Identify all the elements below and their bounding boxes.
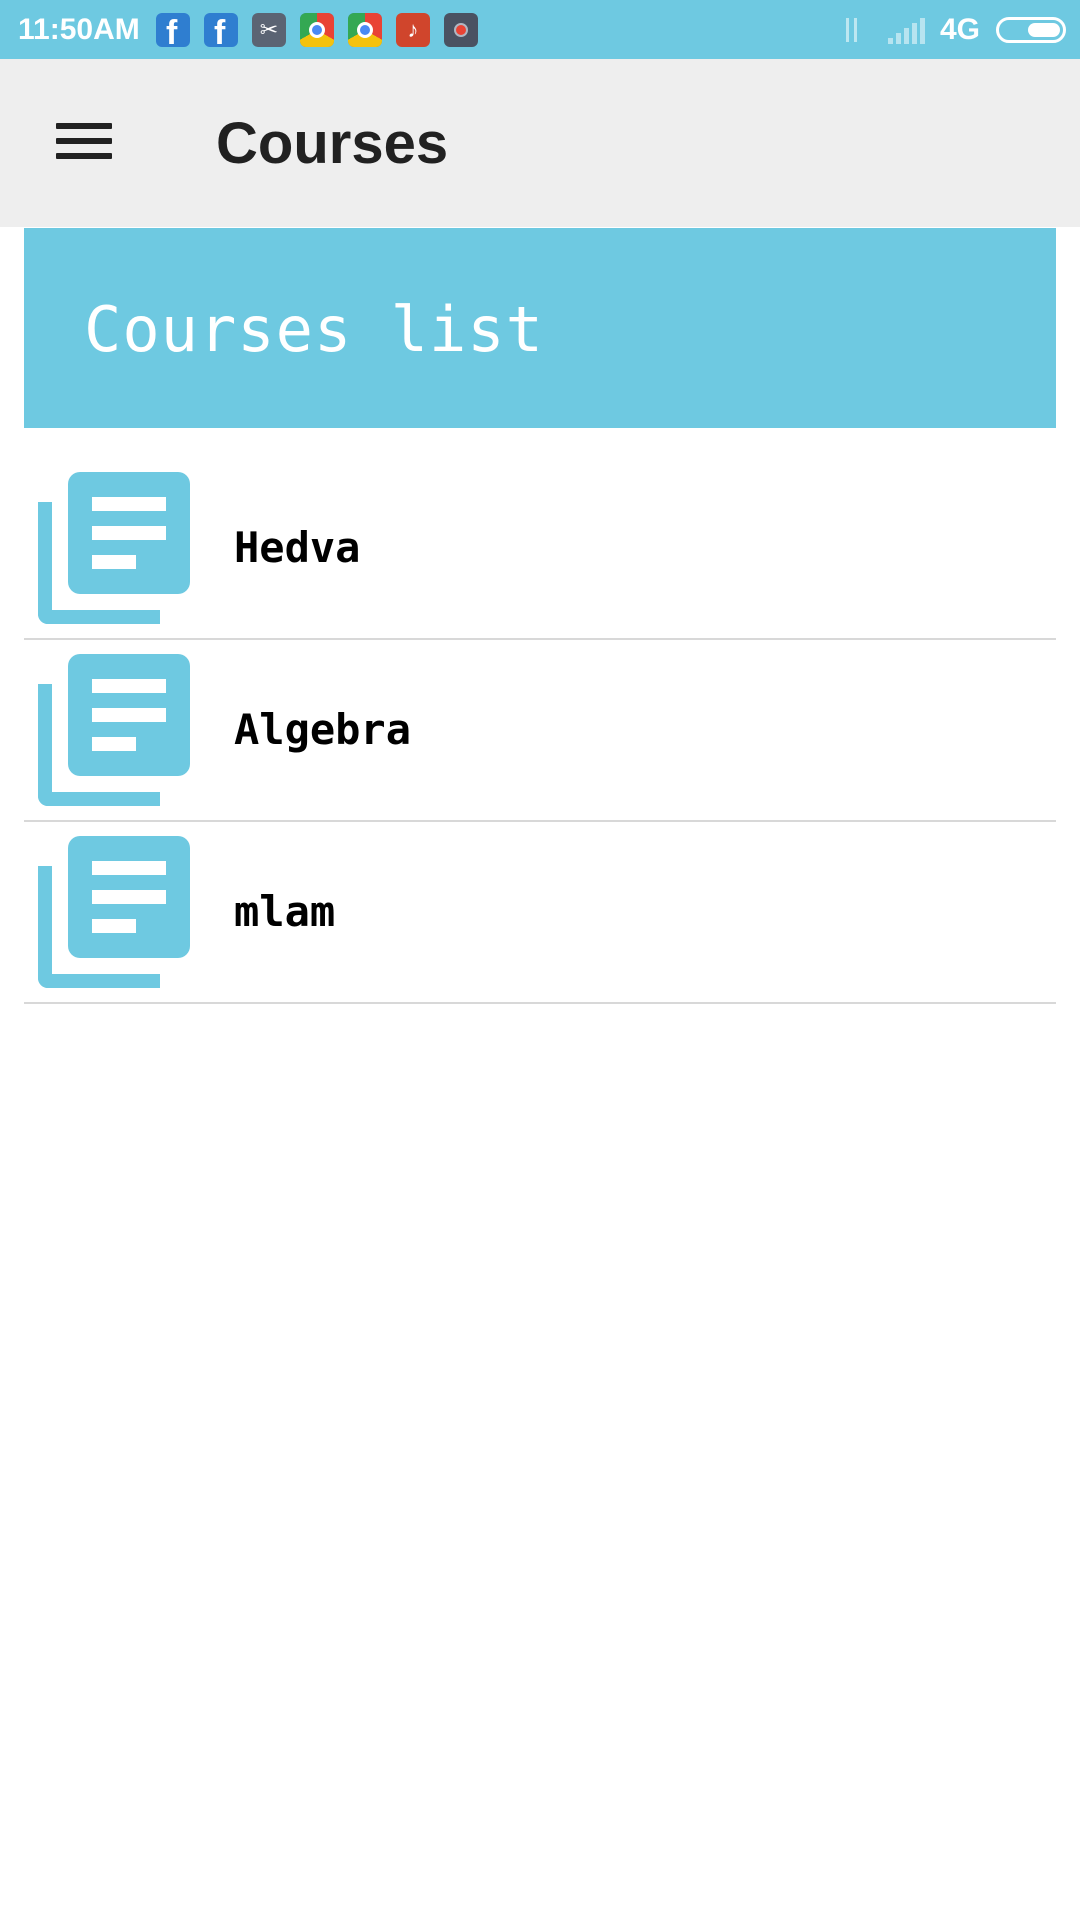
course-name: Hedva (234, 523, 361, 572)
notification-icons: f f ✂ ♪ (156, 13, 492, 47)
course-name: mlam (234, 887, 336, 936)
chrome-icon (348, 13, 382, 47)
chrome-icon (300, 13, 334, 47)
battery-icon (996, 17, 1066, 43)
course-list-item[interactable]: mlam (24, 822, 1056, 1004)
facebook-icon: f (156, 13, 190, 47)
screen-record-icon (444, 13, 478, 47)
courses-list-title: Courses list (84, 293, 544, 366)
course-name: Algebra (234, 705, 412, 754)
network-type: 4G (939, 13, 980, 46)
music-icon: ♪ (396, 13, 430, 47)
data-activity-icon (840, 15, 864, 45)
course-list-item[interactable]: Algebra (24, 640, 1056, 822)
status-indicators: 4G (840, 12, 1066, 48)
course-book-icon (38, 654, 190, 806)
signal-strength-icon (887, 16, 926, 44)
courses-list-header: Courses list (24, 228, 1056, 428)
status-bar: 11:50AM f f ✂ ♪ 4G (0, 0, 1080, 59)
battery-level-fill (1028, 23, 1060, 37)
course-list-item[interactable]: Hedva (24, 458, 1056, 640)
course-list: Hedva Algebra mlam (24, 458, 1056, 1004)
scissors-icon: ✂ (252, 13, 286, 47)
course-book-icon (38, 472, 190, 624)
facebook-icon: f (204, 13, 238, 47)
course-book-icon (38, 836, 190, 988)
app-toolbar: Courses (0, 59, 1080, 227)
status-time: 11:50AM (18, 13, 140, 46)
hamburger-menu-icon[interactable] (48, 119, 112, 167)
page-title: Courses (216, 111, 449, 176)
